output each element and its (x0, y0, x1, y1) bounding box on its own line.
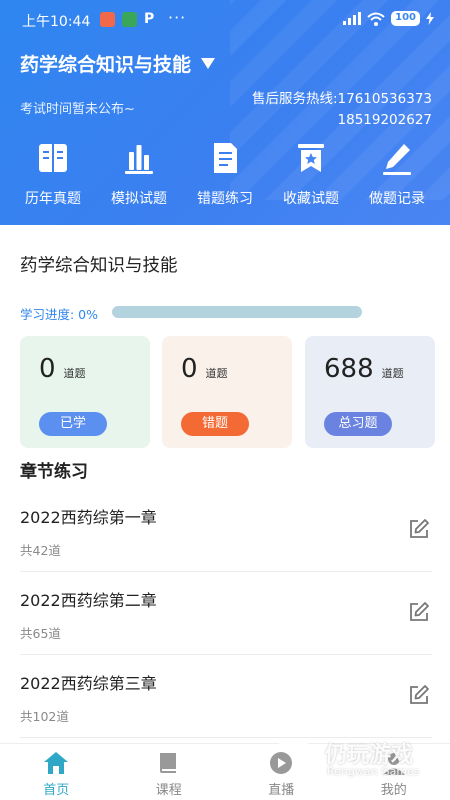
battery-icon: 100 (391, 11, 420, 26)
stat-unit: 道题 (381, 367, 404, 380)
edit-icon[interactable] (408, 684, 430, 706)
quick-action-mock-tests[interactable]: 模拟试题 (96, 140, 182, 208)
service-hotline[interactable]: 售后服务热线:17610536373 18519202627 (252, 89, 432, 131)
exam-time-notice: 考试时间暂未公布~ (20, 102, 135, 117)
tab-home[interactable]: 首页 (0, 744, 113, 800)
tab-live[interactable]: 直播 (225, 744, 338, 800)
stat-value: 688 (324, 354, 374, 384)
chart-icon (125, 145, 153, 174)
subject-title: 药学综合知识与技能 (20, 54, 192, 76)
stat-label-pill: 错题 (181, 412, 249, 436)
pen-icon (383, 144, 411, 175)
home-icon (44, 752, 69, 774)
quick-action-past-exams[interactable]: 历年真题 (10, 140, 96, 208)
tab-label: 课程 (155, 783, 182, 798)
progress-bar (112, 306, 362, 318)
tab-mine[interactable]: 我的 (338, 744, 450, 800)
live-icon (270, 752, 293, 774)
chapter-name: 2022西药综第一章 (20, 508, 157, 527)
course-book-icon (159, 753, 176, 773)
stat-unit: 道题 (205, 367, 228, 380)
dropdown-triangle-icon (201, 58, 216, 69)
stat-card-total[interactable]: 688 道题 总习题 (305, 336, 435, 448)
notification-app-icon (100, 12, 115, 27)
quick-action-label: 错题练习 (197, 191, 253, 207)
chapter-count: 共65道 (20, 626, 61, 641)
stat-label-pill: 总习题 (324, 412, 392, 436)
chapter-item[interactable]: 2022西药综第二章 共65道 (20, 573, 432, 655)
p-app-icon: P (144, 11, 155, 27)
stat-value: 0 (39, 354, 56, 384)
quick-action-label: 收藏试题 (283, 191, 339, 207)
edit-icon[interactable] (408, 601, 430, 623)
chapter-name: 2022西药综第三章 (20, 674, 157, 693)
tab-courses[interactable]: 课程 (113, 744, 226, 800)
quick-action-favorites[interactable]: 收藏试题 (268, 140, 354, 208)
subject-selector[interactable]: 药学综合知识与技能 (20, 50, 216, 77)
user-icon (382, 753, 405, 775)
edit-icon[interactable] (408, 518, 430, 540)
stat-value: 0 (181, 354, 198, 384)
course-title: 药学综合知识与技能 (20, 256, 178, 276)
stat-card-learned[interactable]: 0 道题 已学 (20, 336, 150, 448)
tab-label: 直播 (268, 783, 295, 798)
hotline-secondary: 18519202627 (337, 112, 432, 128)
chapter-count: 共42道 (20, 543, 61, 558)
status-time: 上午10:44 (22, 14, 91, 30)
quick-action-history[interactable]: 做题记录 (354, 140, 440, 208)
signal-icon (343, 12, 362, 25)
charging-icon (426, 12, 434, 25)
stat-label-pill: 已学 (39, 412, 107, 436)
android-app-icon (122, 12, 137, 27)
section-title-chapters: 章节练习 (20, 462, 88, 482)
stat-unit: 道题 (63, 367, 86, 380)
header: 上午10:44 P ··· 100 药学综合知识与技能 考试时间暂未公布~ 售后… (0, 0, 450, 225)
progress-label: 学习进度: 0% (20, 307, 99, 322)
status-bar: 上午10:44 P ··· 100 (0, 0, 450, 40)
quick-actions: 历年真题 模拟试题 错题练习 收藏试题 做题记录 (0, 140, 450, 208)
chapter-item[interactable]: 2022西药综第一章 共42道 (20, 490, 432, 572)
stat-card-wrong[interactable]: 0 道题 错题 (162, 336, 292, 448)
document-icon (214, 143, 237, 173)
chapter-item[interactable]: 2022西药综第三章 共102道 (20, 656, 432, 738)
chapter-name: 2022西药综第二章 (20, 591, 157, 610)
more-notifications-icon: ··· (168, 8, 187, 27)
chapter-count: 共102道 (20, 709, 69, 724)
bookmark-star-icon (298, 144, 324, 172)
wifi-icon (367, 12, 385, 26)
book-icon (39, 144, 67, 172)
hotline-primary: 售后服务热线:17610536373 (251, 91, 432, 107)
tab-label: 首页 (43, 783, 70, 798)
quick-action-label: 模拟试题 (111, 191, 167, 207)
quick-action-label: 历年真题 (25, 191, 81, 207)
tab-label: 我的 (380, 783, 407, 798)
quick-action-label: 做题记录 (369, 191, 425, 207)
bottom-tab-bar: 首页 课程 直播 我的 (0, 743, 450, 800)
quick-action-wrong-questions[interactable]: 错题练习 (182, 140, 268, 208)
